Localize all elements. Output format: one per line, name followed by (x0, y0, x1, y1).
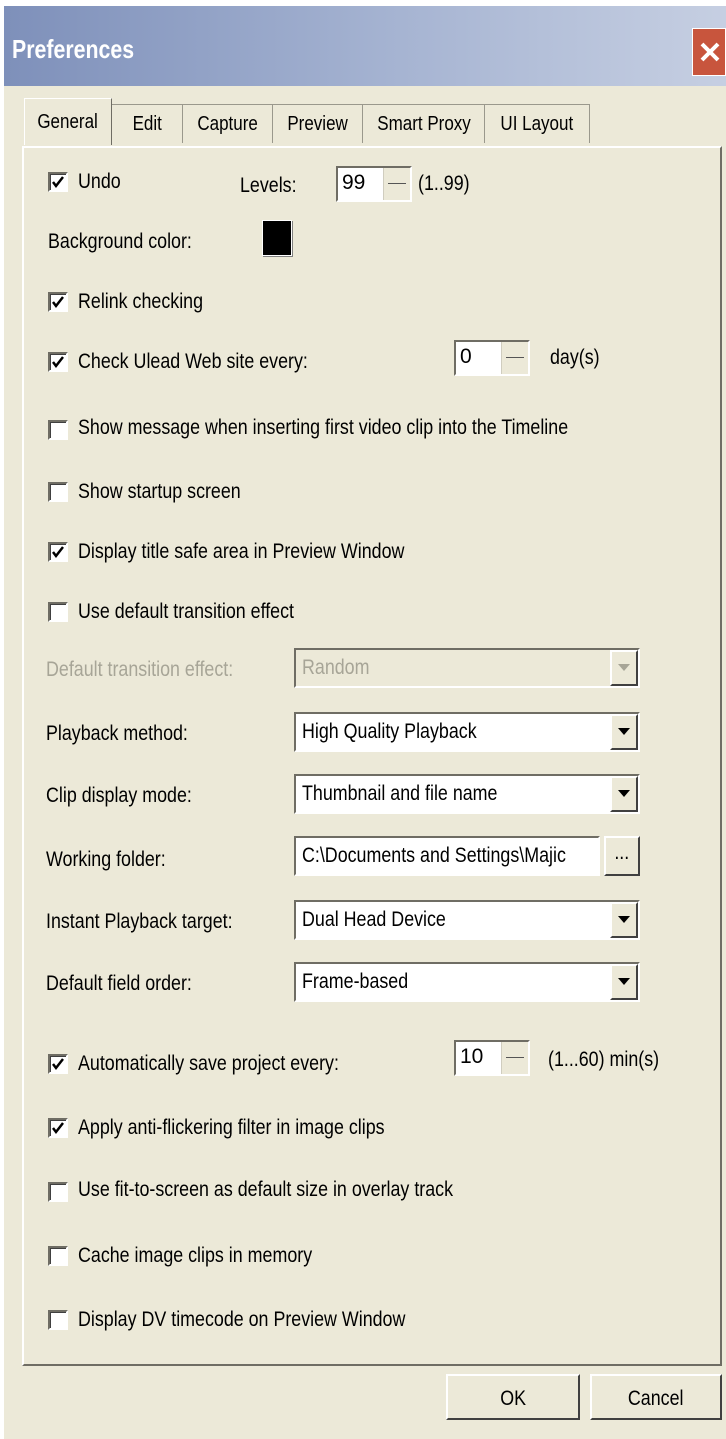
stepper-arrows[interactable] (383, 168, 410, 200)
dv-timecode-label: Display DV timecode on Preview Window (78, 1308, 406, 1331)
dv-timecode-checkbox[interactable] (48, 1310, 68, 1330)
stepper-arrows[interactable] (501, 342, 528, 374)
close-button[interactable] (692, 28, 726, 76)
background-color-label: Background color: (48, 230, 192, 253)
chevron-down-icon (618, 664, 630, 671)
undo-levels-stepper[interactable]: 99 (336, 166, 412, 202)
close-icon (700, 42, 720, 62)
check-web-label: Check Ulead Web site every: (78, 350, 308, 373)
working-folder-input[interactable]: C:\Documents and Settings\Majic (294, 836, 600, 876)
tab-capture[interactable]: Capture (182, 104, 274, 143)
transition-effect-value: Random (302, 656, 370, 679)
fit-to-screen-checkbox[interactable] (48, 1182, 68, 1202)
window-title: Preferences (12, 34, 135, 64)
field-order-label: Default field order: (46, 972, 192, 995)
show-message-label: Show message when inserting first video … (78, 416, 569, 439)
checkmark-icon (52, 1058, 64, 1071)
autosave-value: 10 (460, 1045, 484, 1068)
dropdown-button[interactable] (610, 776, 638, 812)
browse-button[interactable]: ... (604, 836, 640, 876)
anti-flicker-checkbox[interactable] (48, 1118, 68, 1138)
tab-smart-proxy[interactable]: Smart Proxy (362, 104, 486, 143)
playback-method-label: Playback method: (46, 722, 188, 745)
background-color-swatch[interactable] (262, 220, 292, 256)
transition-effect-select: Random (294, 648, 640, 688)
checkmark-icon (52, 296, 64, 309)
fit-to-screen-label: Use fit-to-screen as default size in ove… (78, 1178, 454, 1201)
autosave-stepper[interactable]: 10 (454, 1040, 530, 1076)
undo-checkbox[interactable] (48, 172, 68, 192)
anti-flicker-label: Apply anti-flickering filter in image cl… (78, 1116, 385, 1139)
relink-checkbox[interactable] (48, 292, 68, 312)
chevron-down-icon (618, 916, 630, 923)
field-order-select[interactable]: Frame-based (294, 962, 640, 1002)
cancel-button[interactable]: Cancel (590, 1374, 722, 1420)
tab-general[interactable]: General (24, 98, 112, 145)
undo-levels-value: 99 (342, 171, 366, 194)
tab-edit[interactable]: Edit (110, 104, 184, 143)
check-web-value: 0 (460, 345, 472, 368)
dropdown-button[interactable] (610, 964, 638, 1000)
levels-label: Levels: (240, 174, 297, 197)
playback-method-select[interactable]: High Quality Playback (294, 712, 640, 752)
instant-playback-select[interactable]: Dual Head Device (294, 900, 640, 940)
clip-display-label: Clip display mode: (46, 784, 192, 807)
undo-label: Undo (78, 170, 121, 193)
tab-bar: General Edit Capture Preview Smart Proxy… (4, 98, 726, 146)
autosave-checkbox[interactable] (48, 1054, 68, 1074)
check-web-stepper[interactable]: 0 (454, 340, 530, 376)
tab-ui-layout[interactable]: UI Layout (484, 104, 590, 143)
chevron-down-icon (618, 790, 630, 797)
startup-screen-checkbox[interactable] (48, 482, 68, 502)
dropdown-button[interactable] (610, 902, 638, 938)
checkmark-icon (52, 356, 64, 369)
working-folder-value: C:\Documents and Settings\Majic (302, 844, 566, 867)
checkmark-icon (52, 1122, 64, 1135)
dropdown-button (610, 650, 638, 686)
field-order-value: Frame-based (302, 970, 409, 993)
default-transition-checkbox[interactable] (48, 602, 68, 622)
startup-screen-label: Show startup screen (78, 480, 241, 503)
clip-display-value: Thumbnail and file name (302, 782, 498, 805)
checkmark-icon (52, 546, 64, 559)
autosave-range: (1...60) min(s) (548, 1048, 660, 1071)
ok-button[interactable]: OK (446, 1374, 580, 1420)
levels-range: (1..99) (418, 172, 470, 195)
instant-playback-value: Dual Head Device (302, 908, 446, 931)
transition-effect-label: Default transition effect: (46, 658, 234, 681)
title-safe-label: Display title safe area in Preview Windo… (78, 540, 405, 563)
checkmark-icon (52, 176, 64, 189)
working-folder-label: Working folder: (46, 848, 166, 871)
autosave-label: Automatically save project every: (78, 1052, 339, 1075)
cache-images-checkbox[interactable] (48, 1246, 68, 1266)
chevron-down-icon (618, 728, 630, 735)
cache-images-label: Cache image clips in memory (78, 1244, 313, 1267)
title-bar: Preferences (4, 6, 726, 86)
relink-label: Relink checking (78, 290, 204, 313)
tab-preview[interactable]: Preview (272, 104, 364, 143)
stepper-arrows[interactable] (501, 1042, 528, 1074)
title-safe-checkbox[interactable] (48, 542, 68, 562)
chevron-down-icon (618, 978, 630, 985)
default-transition-label: Use default transition effect (78, 600, 294, 623)
dropdown-button[interactable] (610, 714, 638, 750)
clip-display-select[interactable]: Thumbnail and file name (294, 774, 640, 814)
preferences-dialog: Preferences General Edit Capture Preview… (4, 6, 726, 1439)
check-web-checkbox[interactable] (48, 352, 68, 372)
check-web-unit: day(s) (550, 346, 600, 369)
show-message-checkbox[interactable] (48, 420, 68, 440)
instant-playback-label: Instant Playback target: (46, 910, 233, 933)
playback-method-value: High Quality Playback (302, 720, 477, 743)
